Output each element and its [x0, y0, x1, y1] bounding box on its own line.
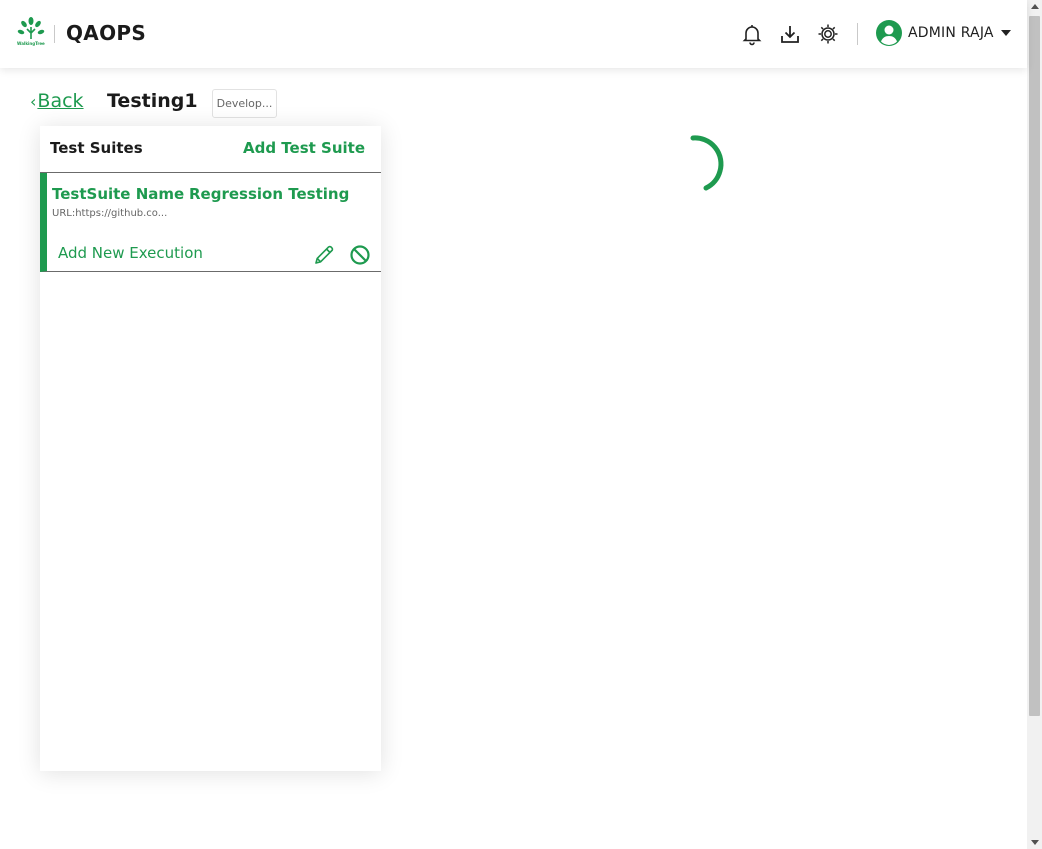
test-suite-card[interactable]: TestSuite Name Regression Testing URL:ht…	[40, 173, 381, 272]
user-circle-icon[interactable]	[876, 20, 902, 46]
app-name: QAOPS	[66, 21, 147, 45]
user-name[interactable]: ADMIN RAJA	[908, 25, 994, 41]
header-divider	[857, 23, 858, 45]
add-new-execution-link[interactable]: Add New Execution	[58, 244, 203, 262]
caret-down-icon[interactable]	[1001, 30, 1011, 36]
scroll-thumb[interactable]	[1029, 16, 1040, 716]
project-title: Testing1	[107, 90, 198, 112]
panel-title: Test Suites	[50, 139, 143, 157]
scroll-down-arrow-icon[interactable]	[1031, 840, 1039, 845]
logo-wordmark: WalkingTree	[17, 41, 45, 46]
suite-url: URL:https://github.co...	[52, 208, 168, 219]
chevron-left-icon: ‹	[30, 92, 37, 111]
suite-name-value: Regression Testing	[189, 185, 350, 203]
edit-pencil-icon[interactable]	[312, 243, 336, 267]
loading-spinner	[690, 135, 724, 191]
disable-icon[interactable]	[348, 243, 372, 267]
back-link[interactable]: ‹Back	[30, 90, 84, 112]
panel-header: Test Suites Add Test Suite	[40, 126, 381, 173]
scroll-up-arrow-icon[interactable]	[1031, 4, 1039, 9]
top-header: WalkingTree QAOPS ADMIN RAJA	[0, 0, 1027, 68]
logo-divider	[54, 25, 55, 43]
test-suites-panel: Test Suites Add Test Suite TestSuite Nam…	[40, 126, 381, 771]
environment-badge[interactable]: Develop...	[212, 89, 277, 118]
settings-icon[interactable]	[816, 22, 840, 46]
vertical-scrollbar[interactable]	[1027, 0, 1042, 849]
download-icon[interactable]	[778, 22, 802, 46]
back-label[interactable]: Back	[37, 90, 83, 112]
suite-name-label: TestSuite Name	[52, 185, 185, 203]
bell-icon[interactable]	[740, 22, 764, 46]
add-test-suite-button[interactable]: Add Test Suite	[243, 139, 365, 157]
